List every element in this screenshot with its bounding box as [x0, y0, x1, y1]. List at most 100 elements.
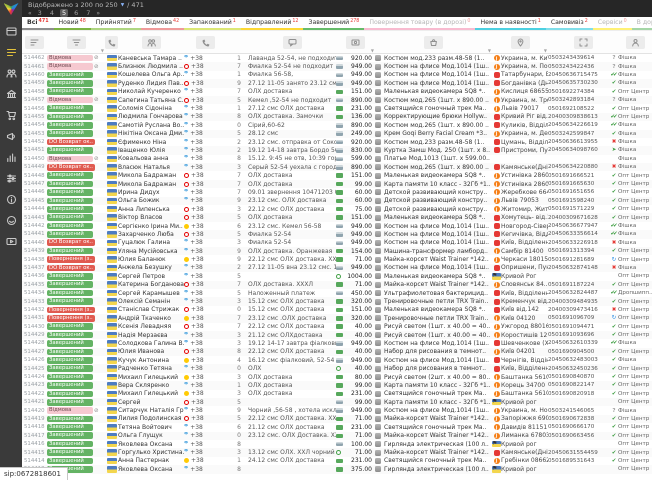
- filter-icon[interactable]: [67, 36, 86, 49]
- col-callback[interactable]: [105, 31, 118, 53]
- status-filter-caret[interactable]: ▼: [101, 48, 104, 53]
- support-icon[interactable]: [0, 210, 22, 231]
- table-row[interactable]: 514422ЗавершенийМихаил Гилецький+383ОЛХ …: [22, 390, 652, 398]
- info-icon[interactable]: [0, 189, 22, 210]
- video-icon[interactable]: [0, 231, 22, 252]
- table-row[interactable]: 514444ЗавершенийАнна Липенська+38322.12 …: [22, 205, 652, 213]
- last-page-button[interactable]: »: [96, 10, 100, 17]
- tab-12[interactable]: В дорозі додому0: [632, 17, 652, 30]
- total-filter-caret[interactable]: ▼: [371, 48, 374, 53]
- table-row[interactable]: 514417ЗавершенийОльга Глущук*+38023.12 с…: [22, 432, 652, 440]
- table-row[interactable]: 514439ЗавершенийУляна Мусійовська*+389ОЛ…: [22, 247, 652, 255]
- table-row[interactable]: 514453ЗавершенийНікітіна Оксана Дми..*+3…: [22, 130, 652, 138]
- table-row[interactable]: 514458ЗавершенийНиколай Кучеренко*+387ОЛ…: [22, 88, 652, 96]
- table-row[interactable]: 514435ЗавершенийКатерина Богданова+387ОЛ…: [22, 281, 652, 289]
- table-row[interactable]: 514445ЗавершенийОльга Божик*+38923.12 см…: [22, 197, 652, 205]
- table-row[interactable]: 514432Повернення (з..Станіслав Стрижак+3…: [22, 306, 652, 314]
- tab-4[interactable]: Відмова42: [141, 17, 184, 30]
- table-row[interactable]: 514460ЗавершенийКошелева Ольга Ар..*+381…: [22, 71, 652, 79]
- table-row[interactable]: 514454ЗавершенийСамотій Руслана Во..*+38…: [22, 121, 652, 129]
- table-row[interactable]: 514461Відмова⊘Близнюк Людмила ..+387Фиал…: [22, 62, 652, 70]
- table-row[interactable]: 514442ЗавершенийСергієнко Ірина Ми..+386…: [22, 222, 652, 230]
- table-row[interactable]: 514450Відмова⊘Ковальова анна*+38815.12. …: [22, 155, 652, 163]
- table-row[interactable]: 514455ЗавершенийЛюдмила Гончарова*+388ОЛ…: [22, 113, 652, 121]
- table-row[interactable]: 514449DO Возврат ок..Власюк Наталья*+383…: [22, 163, 652, 171]
- customers-icon[interactable]: [142, 36, 161, 49]
- table-row[interactable]: 514416ЗавершенийЯковлева Оксана*+388100.…: [22, 440, 652, 448]
- table-row[interactable]: 514437DO Возврат ок..Анжела Безушку*+382…: [22, 264, 652, 272]
- table-row[interactable]: 514447ЗавершенийМикола Бадражан+387ОЛХ д…: [22, 180, 652, 188]
- table-row[interactable]: 514446ЗавершенийИрина Дидух*+38709.01 зв…: [22, 188, 652, 196]
- table-row[interactable]: 514459ЗавершенийРуденко Лидия Пав..+3892…: [22, 79, 652, 87]
- tab-2[interactable]: Новий48: [54, 17, 91, 30]
- callback-icon[interactable]: [105, 36, 118, 49]
- table-row[interactable]: 514448ЗавершенийМикола Бадражан+387ОЛХ д…: [22, 171, 652, 179]
- table-row[interactable]: 514441ЗавершенийЗахарченко Люба+385Фиалк…: [22, 230, 652, 238]
- table-row[interactable]: 514434ЗавершенийСергей Карамышев*+385Нал…: [22, 289, 652, 297]
- table-row[interactable]: 514413ЗавершенийЯковлева Оксана*+388375.…: [22, 465, 652, 473]
- page-button-7[interactable]: 7: [84, 9, 92, 17]
- table-row[interactable]: 514425ЗавершенийРадченко Тетяна*+380ОЛХ4…: [22, 364, 652, 372]
- table-row[interactable]: 514456ЗавершенийСоломія Сідоніна*+38127.…: [22, 104, 652, 112]
- phone-icon[interactable]: [196, 36, 215, 49]
- settings-sliders-icon[interactable]: [0, 168, 22, 189]
- page-button-5[interactable]: 5: [60, 9, 68, 17]
- tab-7[interactable]: Завершений278: [303, 17, 364, 30]
- tab-6[interactable]: Відправлений12: [241, 17, 304, 30]
- contacts-icon[interactable]: [0, 63, 22, 84]
- table-row[interactable]: 514419ЗавершенийЛилия Подолинская+38522.…: [22, 415, 652, 423]
- range-dropdown-caret[interactable]: ▼: [121, 3, 124, 8]
- tab-5[interactable]: Запакований1: [184, 17, 241, 30]
- col-days[interactable]: [226, 31, 248, 53]
- page-button-3[interactable]: 3: [36, 9, 44, 17]
- table-row[interactable]: 514426ЗавершенийКучук Антонина+38416.12 …: [22, 356, 652, 364]
- location-pin-icon[interactable]: [511, 36, 530, 49]
- dashboard-icon[interactable]: [0, 21, 22, 42]
- stats-icon[interactable]: [0, 147, 22, 168]
- table-row[interactable]: 514443ЗавершенийВіктор Власов+385ОЛХ дос…: [22, 213, 652, 221]
- table-row[interactable]: 514414ЗавершенийАнна Пастернак+38124.12 …: [22, 457, 652, 465]
- table-row[interactable]: 514420Відмова⊘Ситарчук Наталія Гр..*+389…: [22, 406, 652, 414]
- table-row[interactable]: 514415ЗавершенийГоргулько Христина..*+38…: [22, 448, 652, 456]
- col-total[interactable]: ▼: [336, 31, 375, 53]
- table-row[interactable]: 514451ЗавершенийІващенко Юлія*+38219.12 …: [22, 146, 652, 154]
- tab-10[interactable]: Самовивіз2: [546, 17, 593, 30]
- col-customer[interactable]: [118, 31, 184, 53]
- page-button-4[interactable]: 4: [48, 9, 56, 17]
- table-row[interactable]: 514421ЗавершенийСергей+38599.00Карта пам…: [22, 398, 652, 406]
- table-row[interactable]: 514430ЗавершенийКсенія Левадняя+38722.12…: [22, 323, 652, 331]
- table-row[interactable]: 514429ЗавершенийНадія Мерзаєва*+38321.12…: [22, 331, 652, 339]
- address-filter-caret[interactable]: ▼: [544, 48, 547, 53]
- comment-icon[interactable]: [283, 36, 302, 49]
- manager-icon[interactable]: [626, 36, 645, 49]
- table-row[interactable]: 514438Повернення (з..Юлия Баланюк+38922.…: [22, 255, 652, 263]
- col-phone[interactable]: [184, 31, 226, 53]
- table-row[interactable]: 514427ЗавершенийЮлия Иванова+38822.12 см…: [22, 348, 652, 356]
- table-row[interactable]: 514462Відмова⊘Каневська Тамара ..*+381Ла…: [22, 54, 652, 62]
- page-button-6[interactable]: 6: [72, 9, 80, 17]
- table-row[interactable]: 514428ЗавершенийСолодкова Галина В..*+38…: [22, 339, 652, 347]
- tab-9[interactable]: Нема в наявності1: [475, 17, 545, 30]
- table-row[interactable]: 514452DO Возврат ок..Єфименко Ніна*+3822…: [22, 138, 652, 146]
- col-comment[interactable]: [248, 31, 336, 53]
- first-page-button[interactable]: «: [28, 10, 32, 17]
- col-order-id[interactable]: [22, 31, 47, 53]
- table-row[interactable]: 514423ЗавершенийВера Скляренко*+381ОЛХ д…: [22, 381, 652, 389]
- col-product[interactable]: ▼: [375, 31, 492, 53]
- orders-icon[interactable]: [0, 42, 22, 63]
- product-filter-caret[interactable]: ▼: [488, 48, 491, 53]
- tracking-icon[interactable]: [574, 36, 593, 49]
- col-status[interactable]: ▼: [47, 31, 105, 53]
- table-row[interactable]: 514431Повернення (з..Андрій Ткаченко+387…: [22, 314, 652, 322]
- table-row[interactable]: 514418ЗавершенийТетяна Войтович*+38621.1…: [22, 423, 652, 431]
- app-logo[interactable]: [4, 3, 19, 15]
- tab-1[interactable]: Всі471: [22, 17, 54, 30]
- basket-icon[interactable]: [424, 36, 443, 49]
- tab-11[interactable]: Сервіси0: [593, 17, 632, 30]
- cart-icon[interactable]: [0, 105, 22, 126]
- table-row[interactable]: 514436ЗавершенийСергей Петров*+3851004.0…: [22, 272, 652, 280]
- tab-8[interactable]: Повернення товару (в дорозі)0: [364, 17, 475, 30]
- money-icon[interactable]: [346, 36, 365, 49]
- table-row[interactable]: 514440DO Возврат ок..Гуцалюк Галина*+383…: [22, 239, 652, 247]
- col-manager[interactable]: [618, 31, 652, 53]
